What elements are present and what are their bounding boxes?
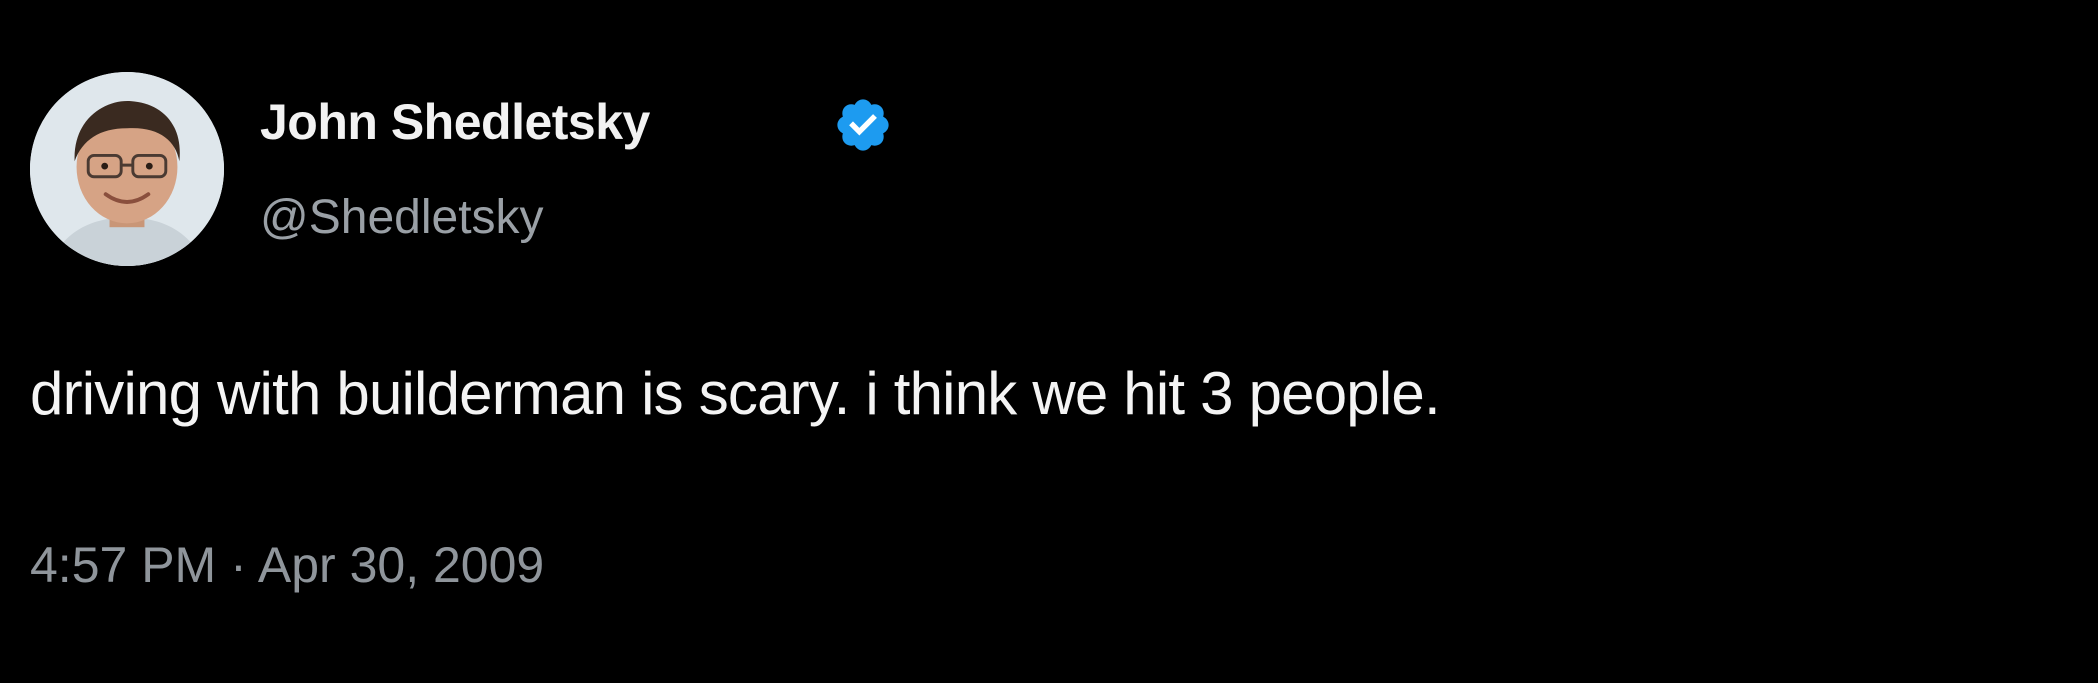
tweet-card: John Shedletsky @Shedletsky driving with… <box>0 0 2098 683</box>
author-handle[interactable]: @Shedletsky <box>260 189 544 247</box>
profile-photo-icon <box>30 72 224 266</box>
verified-badge-icon <box>833 95 893 155</box>
author-name[interactable]: John Shedletsky <box>260 92 650 152</box>
tweet-text: driving with builderman is scary. i thin… <box>30 360 1441 427</box>
tweet-timestamp[interactable]: 4:57 PM · Apr 30, 2009 <box>30 535 544 595</box>
avatar[interactable] <box>30 72 224 266</box>
